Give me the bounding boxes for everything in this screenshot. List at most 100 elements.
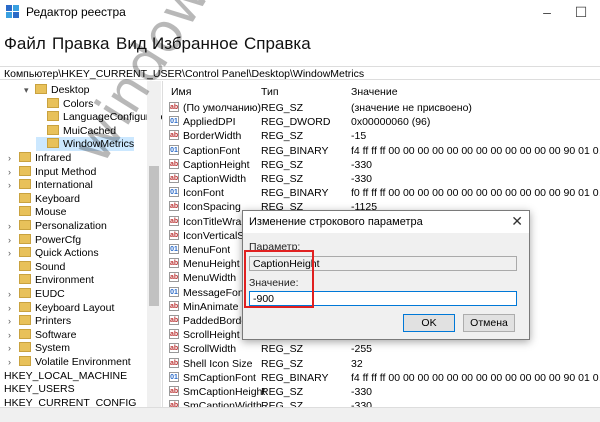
- menu-edit[interactable]: Правка: [52, 34, 109, 54]
- value-row[interactable]: ab SmCaptionWidth REG_SZ -330: [163, 399, 600, 407]
- tree-item[interactable]: Sound: [8, 260, 65, 274]
- expander-icon[interactable]: ›: [8, 246, 17, 260]
- value-row[interactable]: ab (По умолчанию) REG_SZ (значение не присв…: [163, 101, 600, 115]
- tree-item[interactable]: › PowerCfg: [8, 233, 81, 247]
- tree-item-label: Sound: [35, 260, 66, 273]
- expander-icon[interactable]: ›: [8, 165, 17, 179]
- tree-item[interactable]: HKEY_USERS: [4, 382, 75, 396]
- menu-file[interactable]: Файл: [4, 34, 46, 54]
- value-row[interactable]: 01 SmCaptionFont REG_BINARY f4 ff ff ff 00 …: [163, 371, 600, 385]
- tree-item[interactable]: › Volatile Environment: [8, 355, 131, 369]
- tree-item[interactable]: › International: [8, 178, 93, 192]
- expander-icon[interactable]: ›: [8, 328, 17, 342]
- tree-item[interactable]: › Quick Actions: [8, 246, 99, 260]
- value-row[interactable]: ab Shell Icon Size REG_SZ 32: [163, 357, 600, 371]
- cell-name: AppliedDPI: [183, 116, 236, 129]
- ok-button[interactable]: OK: [403, 314, 455, 332]
- tree-scrollbar[interactable]: [147, 81, 161, 407]
- string-value-icon: ab: [169, 272, 179, 283]
- string-value-icon: ab: [169, 343, 179, 354]
- expander-icon[interactable]: ›: [8, 151, 17, 165]
- binary-value-icon: 01: [169, 144, 179, 155]
- tree-item-label: HKEY_LOCAL_MACHINE: [4, 369, 128, 382]
- tree-item[interactable]: Mouse: [8, 205, 67, 219]
- value-row[interactable]: ab BorderWidth REG_SZ -15: [163, 129, 600, 143]
- value-row[interactable]: ab CaptionWidth REG_SZ -330: [163, 172, 600, 186]
- expander-icon[interactable]: ›: [8, 341, 17, 355]
- cell-value: -330: [351, 158, 373, 171]
- tree-item[interactable]: HKEY_CURRENT_CONFIG: [4, 396, 136, 407]
- expander-icon[interactable]: ▾: [24, 83, 33, 97]
- tree-item[interactable]: ▾ Desktop: [24, 83, 90, 97]
- string-value-icon: ab: [169, 400, 179, 407]
- tree-item-label: Environment: [35, 274, 94, 287]
- tree-item[interactable]: HKEY_LOCAL_MACHINE: [4, 369, 127, 383]
- cell-value: 0x00000060 (96): [351, 116, 431, 129]
- cell-type: REG_SZ: [261, 158, 304, 171]
- minimize-button[interactable]: –: [532, 0, 562, 24]
- cell-type: REG_BINARY: [261, 187, 329, 200]
- tree-item-label: Software: [35, 328, 77, 341]
- title-bar: Редактор реестра – ☐: [0, 0, 600, 24]
- tree-item[interactable]: Keyboard: [8, 192, 80, 206]
- binary-value-icon: 01: [169, 371, 179, 382]
- cancel-button[interactable]: Отмена: [463, 314, 515, 332]
- cell-name: CaptionHeight: [183, 158, 250, 171]
- value-row[interactable]: ab ScrollWidth REG_SZ -255: [163, 342, 600, 356]
- folder-icon: [19, 233, 31, 244]
- dialog-title: Изменение строкового параметра: [249, 216, 423, 228]
- tree-item[interactable]: › Input Method: [8, 165, 96, 179]
- tree-item[interactable]: › Keyboard Layout: [8, 301, 114, 315]
- binary-value-icon: 01: [169, 244, 179, 254]
- value-row[interactable]: ab SmCaptionHeight REG_SZ -330: [163, 385, 600, 399]
- string-value-icon: ab: [169, 130, 179, 141]
- tree-item-label: Infrared: [35, 152, 72, 164]
- horizontal-scrollbar[interactable]: [0, 407, 600, 422]
- tree-item[interactable]: › Infrared: [8, 151, 71, 165]
- cell-name: BorderWidth: [183, 130, 242, 143]
- column-header-type[interactable]: Тип: [261, 86, 279, 98]
- tree-item[interactable]: › System: [8, 341, 70, 355]
- expander-icon[interactable]: ›: [8, 287, 17, 301]
- tree-item-label: Mouse: [35, 206, 67, 219]
- column-header-name[interactable]: Имя: [171, 86, 191, 98]
- address-bar[interactable]: Компьютер\HKEY_CURRENT_USER\Control Pane…: [0, 66, 600, 80]
- close-icon[interactable]: ✕: [511, 213, 523, 230]
- cell-name: MenuWidth: [183, 272, 237, 285]
- folder-icon: [47, 97, 59, 108]
- tree-item[interactable]: › Personalization: [8, 219, 107, 233]
- dialog-title-bar: Изменение строкового параметра ✕: [243, 211, 529, 233]
- cell-name: MenuFont: [183, 244, 231, 256]
- cell-value: 32: [351, 357, 363, 370]
- cell-name: Shell Icon Size: [183, 357, 253, 370]
- tree-item[interactable]: › EUDC: [8, 287, 65, 301]
- menu-help[interactable]: Справка: [244, 34, 311, 54]
- tree-scroll-thumb[interactable]: [149, 166, 159, 306]
- regedit-app-icon: [6, 5, 19, 18]
- folder-icon: [19, 342, 31, 353]
- expander-icon[interactable]: ›: [8, 314, 17, 328]
- expander-icon[interactable]: ›: [8, 219, 17, 233]
- value-row[interactable]: 01 AppliedDPI REG_DWORD 0x00000060 (96): [163, 115, 600, 129]
- expander-icon[interactable]: ›: [8, 233, 17, 247]
- folder-icon: [47, 111, 59, 122]
- column-header-value[interactable]: Значение: [351, 86, 398, 98]
- expander-icon[interactable]: ›: [8, 301, 17, 315]
- string-value-icon: ab: [169, 215, 179, 226]
- binary-value-icon: 01: [169, 286, 179, 297]
- value-row[interactable]: ab CaptionHeight REG_SZ -330: [163, 158, 600, 172]
- string-value-icon: ab: [169, 315, 179, 325]
- maximize-button[interactable]: ☐: [566, 0, 596, 24]
- value-row[interactable]: 01 IconFont REG_BINARY f0 ff ff ff 00 00 00…: [163, 186, 600, 200]
- cell-type: REG_SZ: [261, 173, 304, 185]
- tree-item-label: Printers: [35, 315, 72, 328]
- expander-icon[interactable]: ›: [8, 178, 17, 192]
- cell-type: REG_SZ: [261, 357, 304, 370]
- folder-icon: [19, 328, 31, 339]
- value-row[interactable]: 01 CaptionFont REG_BINARY f4 ff ff ff 00 00…: [163, 144, 600, 158]
- tree-item[interactable]: › Printers: [8, 314, 71, 328]
- cell-value: -330: [351, 400, 373, 407]
- tree-item[interactable]: › Software: [8, 328, 76, 342]
- tree-item[interactable]: Environment: [8, 273, 94, 287]
- expander-icon[interactable]: ›: [8, 355, 17, 369]
